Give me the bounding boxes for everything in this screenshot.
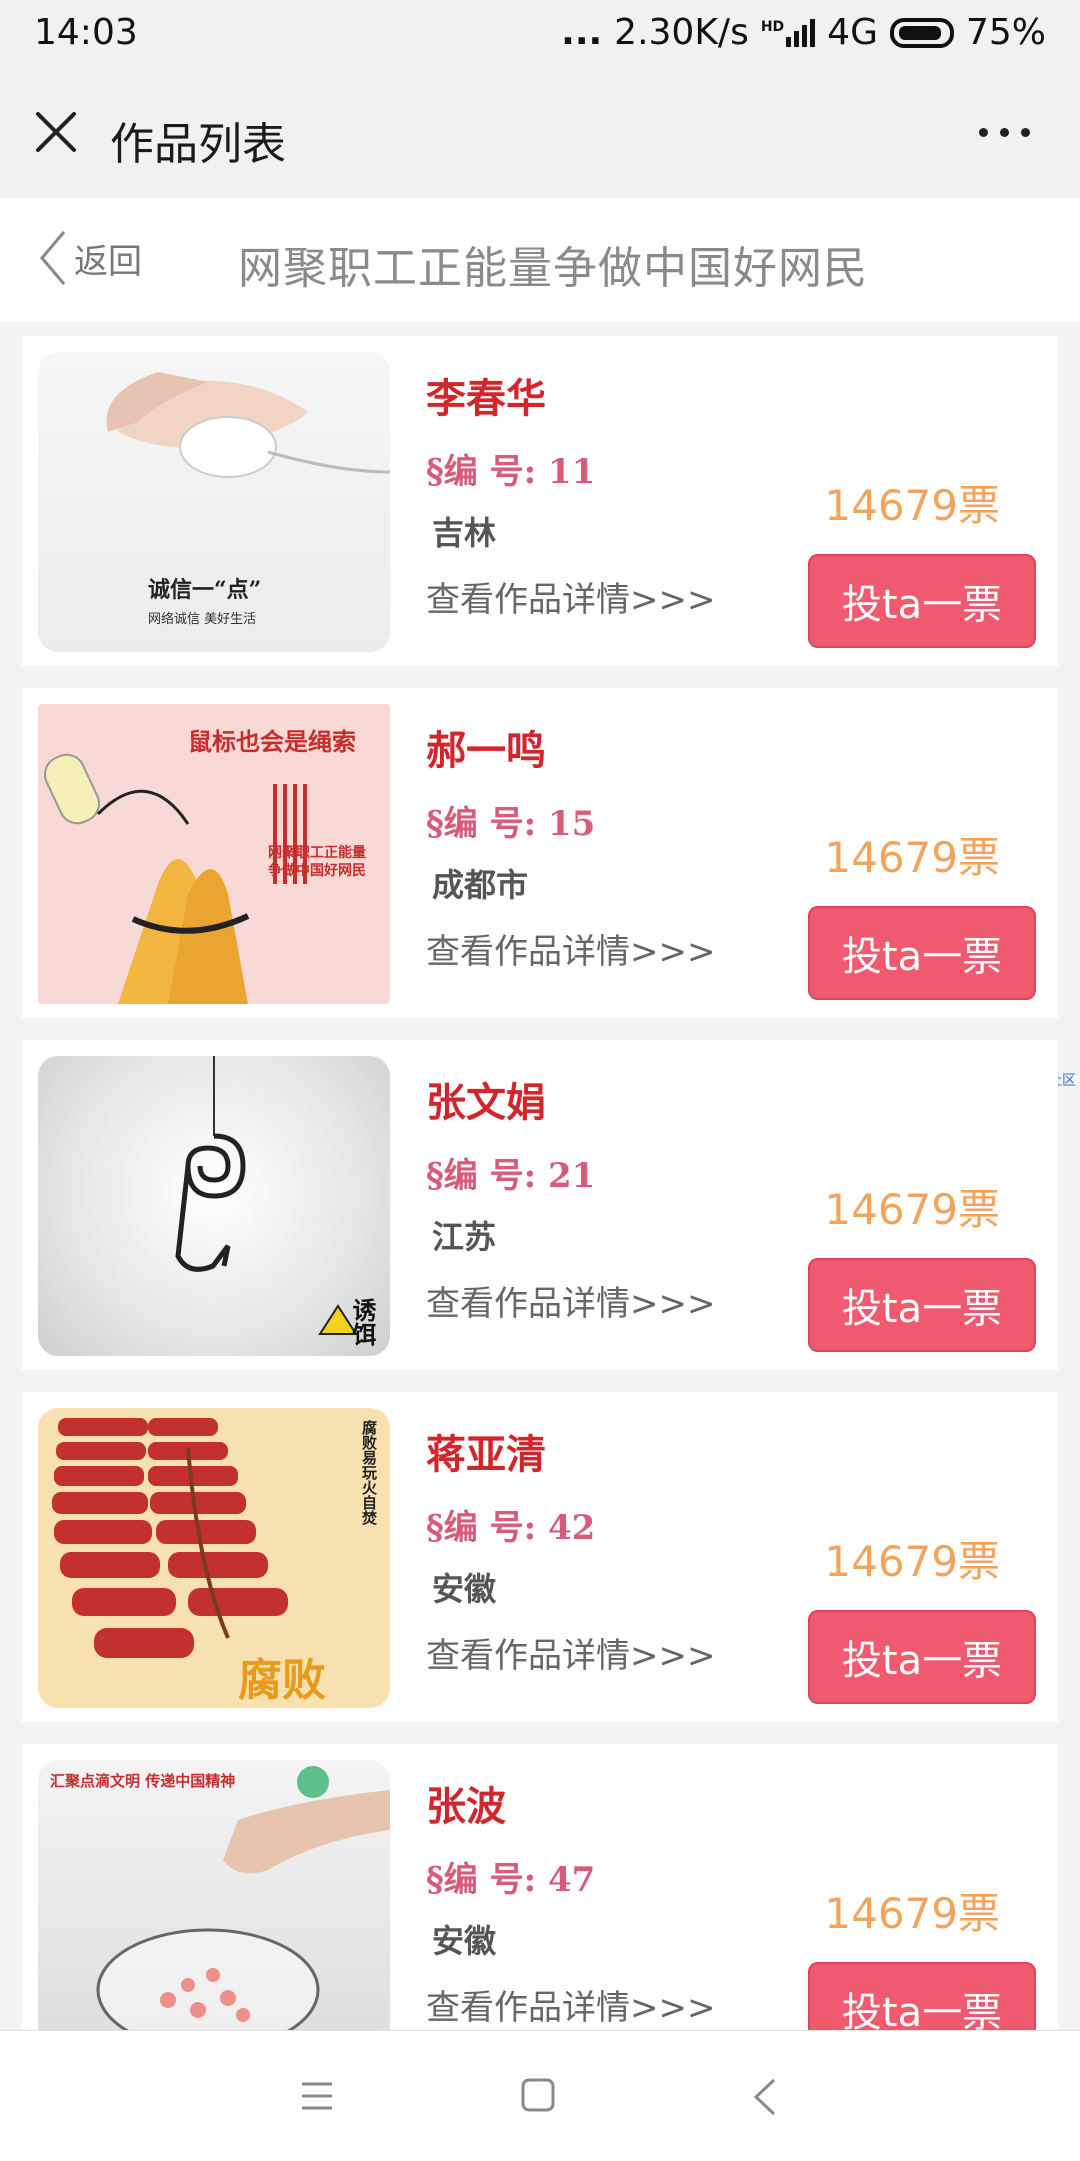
thumbnail-caption: 腐败 — [238, 1655, 326, 1706]
thumbnail-subcaption: 网聚职工正能量 争做中国好网民 — [268, 845, 366, 879]
network-speed: 2.30K/s — [614, 12, 749, 53]
vote-button[interactable]: 投ta一票 — [808, 1258, 1036, 1352]
activity-title: 网聚职工正能量争做中国好网民 — [238, 243, 868, 294]
author-name: 蒋亚清 — [426, 1432, 546, 1478]
menu-icon[interactable] — [300, 2081, 334, 2111]
author-region: 安徽 — [432, 1570, 497, 1608]
thumbnail-caption: 汇聚点滴文明 传递中国精神 — [50, 1772, 236, 1790]
work-thumbnail[interactable]: 腐败 腐败易玩火自焚 — [38, 1408, 390, 1708]
thumbnail-subcaption: 网络诚信 美好生活 — [148, 612, 257, 627]
view-detail-link[interactable]: 查看作品详情>>> — [426, 1980, 715, 2029]
home-icon[interactable] — [520, 2077, 556, 2113]
author-name: 张文娟 — [426, 1080, 546, 1126]
work-thumbnail[interactable]: 鼠标也会是绳索 网聚职工正能量 争做中国好网民 — [38, 704, 390, 1004]
signal-icon: HD — [760, 18, 816, 47]
thumbnail-caption: 诱饵 — [348, 1298, 376, 1346]
close-icon[interactable] — [34, 110, 78, 154]
thumbnail-caption: 诚信一“点” — [148, 577, 262, 603]
battery-icon — [889, 17, 954, 48]
vote-button[interactable]: 投ta一票 — [808, 906, 1036, 1000]
work-card: 腐败 腐败易玩火自焚 蒋亚清 §编 号: 42 安徽 查看作品详情>>> 146… — [22, 1392, 1058, 1722]
back-icon[interactable] — [752, 2077, 778, 2117]
vote-count: 14679票 — [824, 1185, 1000, 1234]
system-nav-bar — [0, 2030, 1080, 2161]
piggy-bank-illustration — [96, 1766, 390, 2052]
work-number: §编 号: 42 — [426, 1508, 596, 1548]
status-bar: 14:03 ... 2.30K/s HD 4G 75% — [0, 0, 1080, 68]
work-thumbnail[interactable]: 诱饵 — [38, 1056, 390, 1356]
work-number: §编 号: 21 — [426, 1156, 596, 1196]
work-card: 诚信一“点” 网络诚信 美好生活 李春华 §编 号: 11 吉林 查看作品详情>… — [22, 336, 1058, 666]
status-time: 14:03 — [34, 12, 138, 53]
vote-count: 14679票 — [824, 1889, 1000, 1938]
work-thumbnail[interactable]: 诚信一“点” 网络诚信 美好生活 — [38, 352, 390, 652]
author-region: 成都市 — [432, 866, 529, 904]
work-card: 诱饵 张文娟 §编 号: 21 江苏 查看作品详情>>> 14679票 投ta一… — [22, 1040, 1058, 1370]
back-button[interactable]: 返回 — [38, 228, 142, 288]
view-detail-link[interactable]: 查看作品详情>>> — [426, 1276, 715, 1325]
firecracker-illustration — [52, 1418, 288, 1658]
author-name: 张波 — [426, 1784, 506, 1830]
vote-button[interactable]: 投ta一票 — [808, 554, 1036, 648]
vote-button[interactable]: 投ta一票 — [808, 1610, 1036, 1704]
author-name: 李春华 — [426, 376, 546, 422]
thumbnail-subcaption: 腐败易玩火自焚 — [360, 1420, 378, 1525]
view-detail-link[interactable]: 查看作品详情>>> — [426, 924, 715, 973]
work-number: §编 号: 11 — [426, 452, 596, 492]
author-region: 安徽 — [432, 1922, 497, 1960]
page-title: 作品列表 — [110, 119, 286, 170]
thumbnail-caption: 鼠标也会是绳索 — [188, 728, 356, 756]
network-type: 4G — [827, 12, 878, 53]
work-card: 汇聚点滴文明 传递中国精神 张波 §编 号: 47 安徽 查看作品详情>>> 1… — [22, 1744, 1058, 2074]
work-number: §编 号: 15 — [426, 804, 596, 844]
work-card: 鼠标也会是绳索 网聚职工正能量 争做中国好网民 郝一鸣 §编 号: 15 成都市… — [22, 688, 1058, 1018]
work-number: §编 号: 47 — [426, 1860, 596, 1900]
vote-count: 14679票 — [824, 1537, 1000, 1586]
view-detail-link[interactable]: 查看作品详情>>> — [426, 572, 715, 621]
mouse-hand-illustration — [106, 372, 390, 478]
status-dots: ... — [561, 12, 603, 53]
author-region: 江苏 — [432, 1218, 497, 1256]
sub-header: 返回 网聚职工正能量争做中国好网民 — [0, 198, 1080, 322]
work-thumbnail[interactable]: 汇聚点滴文明 传递中国精神 — [38, 1760, 390, 2060]
fishhook-illustration — [175, 1056, 358, 1335]
hd-label: HD — [760, 18, 785, 35]
back-label: 返回 — [74, 241, 142, 282]
chevron-left-icon — [40, 231, 66, 285]
vote-count: 14679票 — [824, 481, 1000, 530]
author-region: 吉林 — [432, 514, 497, 552]
more-menu-icon[interactable] — [979, 128, 1030, 137]
status-right: ... 2.30K/s HD 4G 75% — [561, 12, 1046, 53]
title-bar: 作品列表 — [0, 68, 1080, 198]
battery-percent: 75% — [965, 12, 1046, 53]
view-detail-link[interactable]: 查看作品详情>>> — [426, 1628, 715, 1677]
author-name: 郝一鸣 — [426, 728, 546, 774]
vote-count: 14679票 — [824, 833, 1000, 882]
